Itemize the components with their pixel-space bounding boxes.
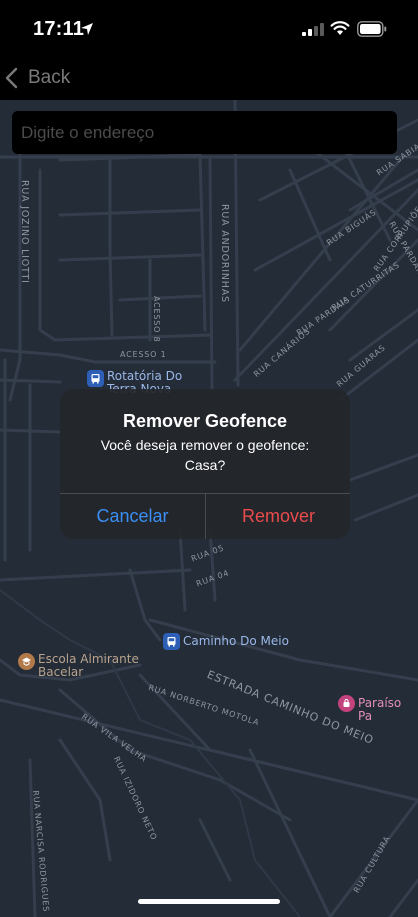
location-arrow-icon (81, 23, 93, 35)
poi-caminho-do-meio[interactable]: Caminho Do Meio (163, 633, 289, 650)
remove-button[interactable]: Remover (206, 494, 350, 539)
back-label: Back (28, 67, 71, 88)
battery-icon (357, 21, 387, 37)
street-label: RUA JOZINO LIOTTI (19, 180, 30, 284)
poi-name: Escola Almirante (38, 652, 139, 666)
cancel-button[interactable]: Cancelar (60, 494, 205, 539)
chevron-left-icon (5, 67, 18, 89)
home-indicator[interactable] (138, 899, 280, 904)
cellular-signal-icon (302, 23, 324, 36)
school-icon (18, 653, 35, 670)
navigation-bar: Back (0, 56, 418, 100)
poi-escola-almirante-bacelar[interactable]: Escola Almirante Bacelar (18, 653, 139, 679)
poi-name: Paraíso Pa (358, 696, 402, 723)
poi-name-line2: Bacelar (38, 665, 84, 679)
bus-icon (87, 370, 104, 387)
alert-message: Você deseja remover o geofence: Casa? (100, 437, 310, 473)
street-label: ACESSO 8 (152, 296, 161, 343)
poi-name: Caminho Do Meio (183, 634, 289, 648)
address-search-input[interactable] (12, 111, 397, 154)
alert-title: Remover Geofence (122, 411, 288, 431)
wifi-icon (330, 21, 350, 35)
remove-geofence-alert: Remover Geofence Você deseja remover o g… (60, 389, 350, 539)
poi-paraiso[interactable]: Paraíso Pa (338, 695, 418, 723)
shopping-icon (338, 695, 355, 712)
street-label: ACESSO 1 (120, 350, 167, 359)
status-bar: 17:11 (0, 0, 418, 56)
poi-name: Rotatória Do (107, 369, 183, 383)
status-time: 17:11 (33, 18, 85, 40)
bus-icon (163, 633, 180, 650)
back-button[interactable]: Back (4, 64, 70, 92)
street-label: RUA ANDORINHAS (219, 204, 230, 303)
